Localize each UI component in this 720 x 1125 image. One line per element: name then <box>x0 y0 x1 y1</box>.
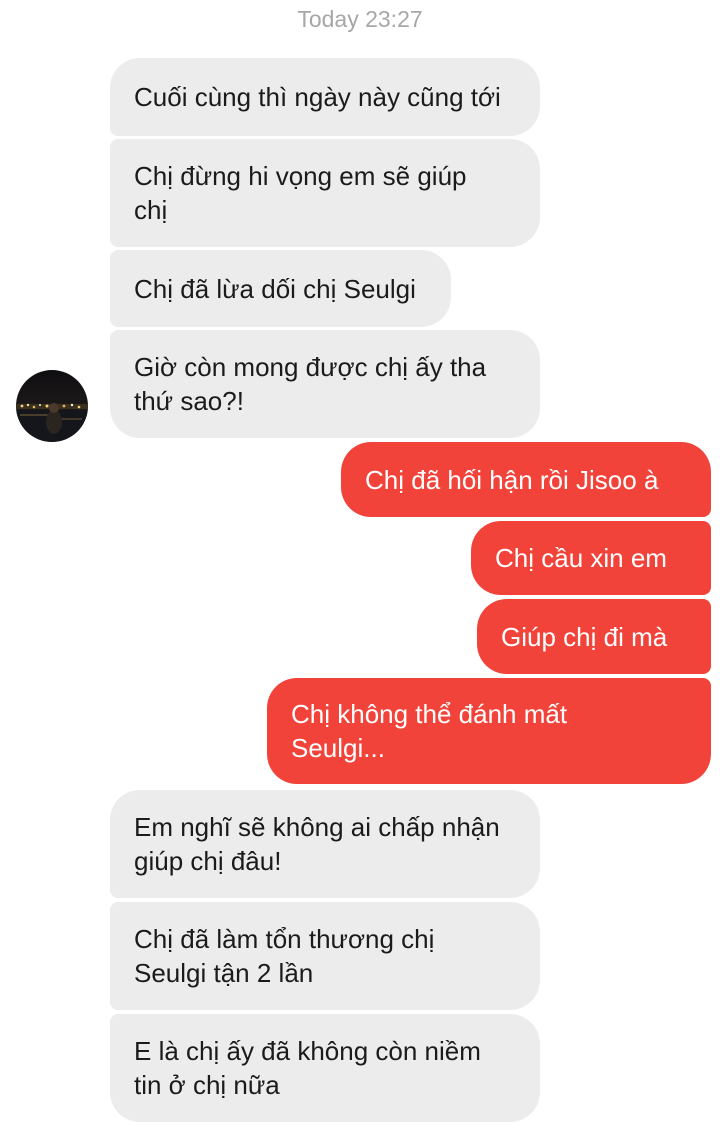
message-bubble-outgoing[interactable]: Giúp chị đi mà <box>477 599 711 674</box>
message-bubble-incoming[interactable]: E là chị ấy đã không còn niềm tin ở chị … <box>110 1014 540 1122</box>
message-bubble-incoming[interactable]: Chị đã lừa dối chị Seulgi <box>110 250 451 327</box>
message-bubble-outgoing[interactable]: Chị đã hối hận rồi Jisoo à <box>341 442 711 517</box>
message-text: Cuối cùng thì ngày này cũng tới <box>134 82 501 112</box>
message-text: Em nghĩ sẽ không ai chấp nhận giúp chị đ… <box>134 812 500 876</box>
message-text: Chị không thể đánh mất Seulgi... <box>291 699 568 763</box>
message-text: Chị đã hối hận rồi Jisoo à <box>365 464 659 495</box>
message-text: Giúp chị đi mà <box>501 621 668 652</box>
message-text: Chị đã làm tổn thương chị Seulgi tận 2 l… <box>134 924 435 988</box>
message-bubble-incoming[interactable]: Em nghĩ sẽ không ai chấp nhận giúp chị đ… <box>110 790 540 898</box>
message-text: Chị đã lừa dối chị Seulgi <box>134 273 416 304</box>
message-bubble-incoming[interactable]: Chị đừng hi vọng em sẽ giúp chị <box>110 139 540 247</box>
contact-avatar[interactable] <box>16 370 88 442</box>
message-text: E là chị ấy đã không còn niềm tin ở chị … <box>134 1036 481 1100</box>
message-bubble-incoming[interactable]: Giờ còn mong được chị ấy tha thứ sao?! <box>110 330 540 438</box>
message-bubble-incoming[interactable]: Cuối cùng thì ngày này cũng tới <box>110 58 540 136</box>
message-text: Chị đừng hi vọng em sẽ giúp chị <box>134 161 467 225</box>
message-bubble-outgoing[interactable]: Chị không thể đánh mất Seulgi... <box>267 678 711 784</box>
avatar-photo-icon <box>16 370 88 442</box>
message-bubble-incoming[interactable]: Chị đã làm tổn thương chị Seulgi tận 2 l… <box>110 902 540 1010</box>
message-text: Chị cầu xin em <box>495 543 667 573</box>
message-bubble-outgoing[interactable]: Chị cầu xin em <box>471 521 711 595</box>
message-text: Giờ còn mong được chị ấy tha thứ sao?! <box>134 352 487 416</box>
timestamp: Today 23:27 <box>297 6 423 32</box>
